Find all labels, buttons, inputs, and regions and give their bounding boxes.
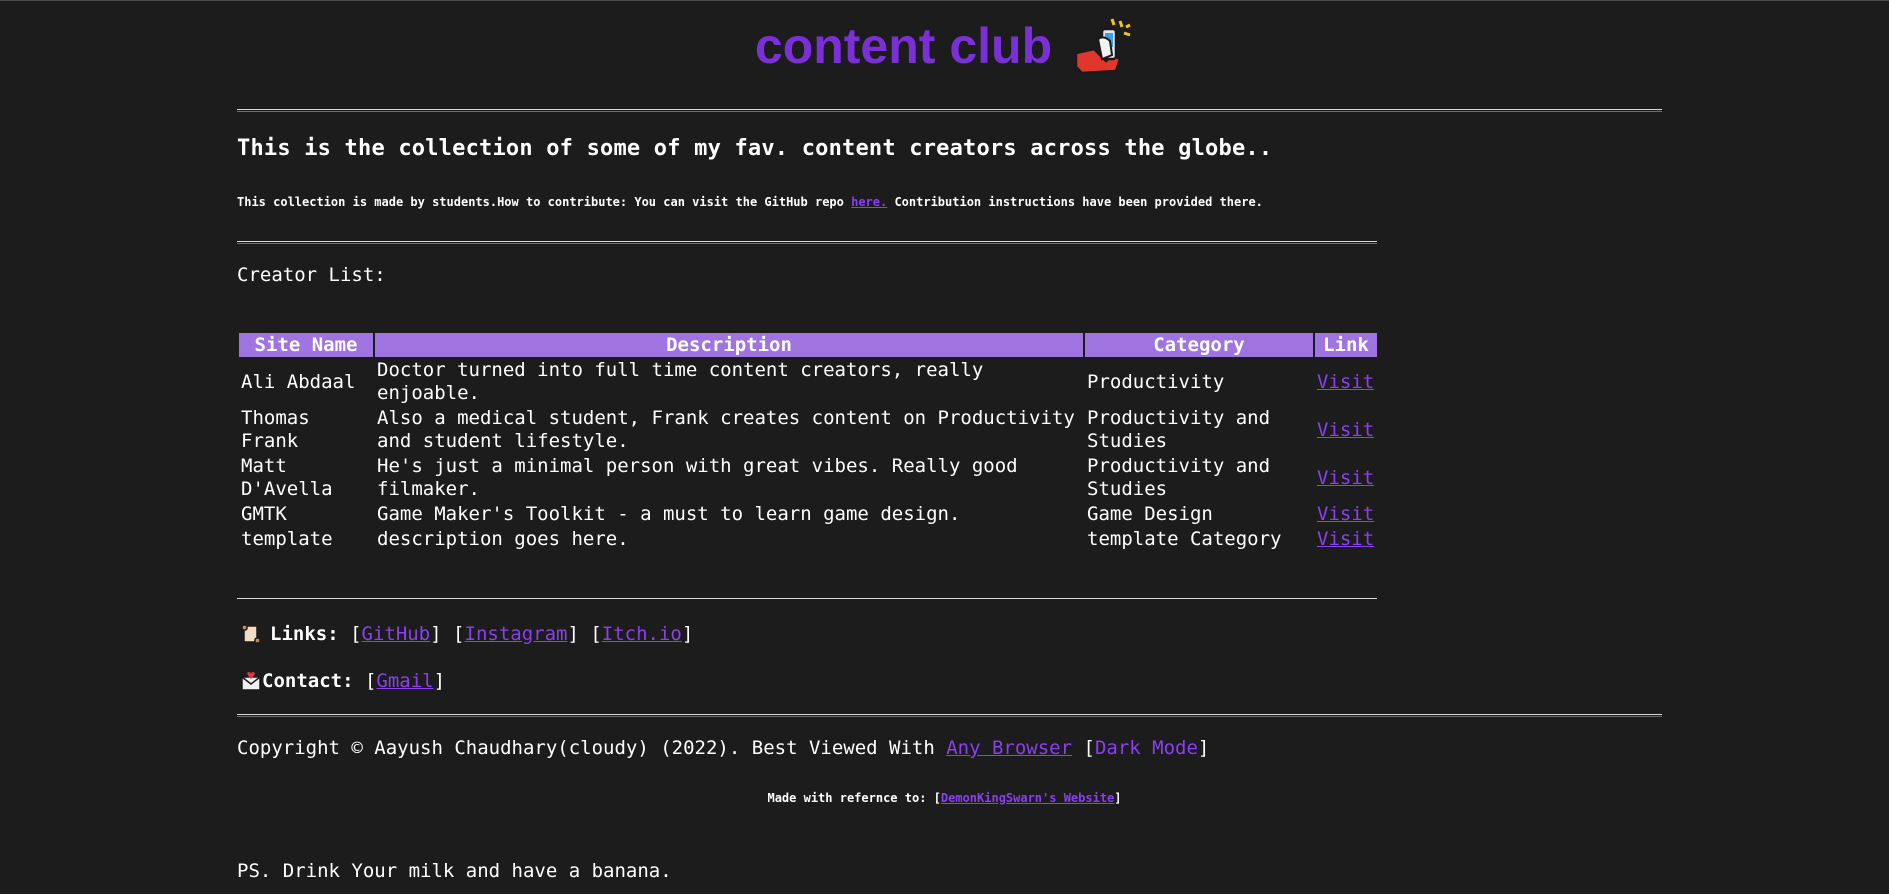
envelope-with-heart-icon — [241, 672, 261, 691]
hand-holding-phone-icon — [1074, 18, 1131, 75]
visit-link[interactable]: Visit — [1317, 528, 1374, 550]
cell-description: Game Maker's Toolkit - a must to learn g… — [377, 503, 961, 525]
table-row: Ali Abdaal Doctor turned into full time … — [239, 359, 1377, 405]
cell-description: Doctor turned into full time content cre… — [377, 359, 984, 404]
ps-note: PS. Drink Your milk and have a banana. — [237, 860, 672, 882]
site-title: content club — [754, 18, 1053, 74]
cell-description: description goes here. — [377, 528, 629, 550]
cell-category: Productivity — [1087, 370, 1225, 393]
column-header-site-name: Site Name — [239, 333, 373, 357]
divider-bottom — [237, 714, 1662, 717]
scroll-icon — [241, 624, 261, 644]
cell-category: Game Design — [1087, 503, 1213, 525]
cell-site-name: Thomas Frank — [241, 407, 310, 452]
creator-list-heading: Creator List: — [237, 264, 386, 286]
visit-link[interactable]: Visit — [1317, 503, 1374, 525]
instagram-link[interactable]: Instagram — [465, 623, 568, 645]
column-header-category: Category — [1085, 333, 1313, 357]
intro-heading: This is the collection of some of my fav… — [237, 136, 1273, 161]
gmail-link[interactable]: Gmail — [376, 670, 433, 692]
divider-top — [237, 109, 1662, 112]
any-browser-link[interactable]: Any Browser — [946, 737, 1072, 759]
table-header-row: Site Name Description Category Link — [239, 333, 1377, 357]
cell-site-name: template — [241, 528, 333, 550]
links-label: Links: — [270, 623, 339, 645]
visit-link[interactable]: Visit — [1317, 419, 1374, 441]
cell-description: Also a medical student, Frank creates co… — [377, 407, 1075, 452]
github-link[interactable]: GitHub — [362, 623, 431, 645]
made-with-line: Made with refernce to: [DemonKingSwarn's… — [767, 791, 1122, 805]
contact-label: Contact: — [262, 670, 354, 692]
table-row: Matt D'Avella He's just a minimal person… — [239, 455, 1377, 501]
contribution-note: This collection is made by students.How … — [237, 195, 1263, 209]
table-row: GMTK Game Maker's Toolkit - a must to le… — [239, 503, 1377, 526]
visit-link[interactable]: Visit — [1317, 371, 1374, 393]
title-row: content club — [0, 15, 1889, 77]
cell-description: He's just a minimal person with great vi… — [377, 455, 1018, 500]
creator-table: Site Name Description Category Link Ali … — [237, 331, 1379, 553]
note-text-after: Contribution instructions have been prov… — [887, 195, 1263, 209]
cell-site-name: Matt D'Avella — [241, 455, 333, 500]
copyright-line: Copyright © Aayush Chaudhary(cloudy) (20… — [237, 737, 1210, 759]
copyright-text: Copyright © Aayush Chaudhary(cloudy) (20… — [237, 737, 947, 759]
links-line: Links: [GitHub] [Instagram] [Itch.io] — [240, 623, 693, 645]
itchio-link[interactable]: Itch.io — [602, 623, 682, 645]
divider-lower — [237, 598, 1377, 600]
cell-category: template Category — [1087, 528, 1282, 550]
reference-website-link[interactable]: DemonKingSwarn's Website — [941, 791, 1114, 805]
table-row: template description goes here. template… — [239, 528, 1377, 551]
note-text-before: This collection is made by students.How … — [237, 195, 852, 209]
cell-category: Productivity and Studies — [1087, 455, 1271, 500]
made-with-label: Made with refernce to: — [767, 791, 934, 805]
github-repo-link[interactable]: here. — [851, 195, 887, 209]
cell-category: Productivity and Studies — [1087, 407, 1271, 452]
divider-middle — [237, 241, 1377, 244]
cell-site-name: Ali Abdaal — [241, 370, 356, 393]
dark-mode-toggle[interactable]: Dark Mode — [1095, 737, 1198, 759]
contact-line: Contact: [Gmail] — [240, 670, 445, 692]
cell-site-name: GMTK — [241, 503, 287, 525]
column-header-description: Description — [375, 333, 1083, 357]
visit-link[interactable]: Visit — [1317, 467, 1374, 489]
column-header-link: Link — [1315, 333, 1377, 357]
table-row: Thomas Frank Also a medical student, Fra… — [239, 407, 1377, 453]
